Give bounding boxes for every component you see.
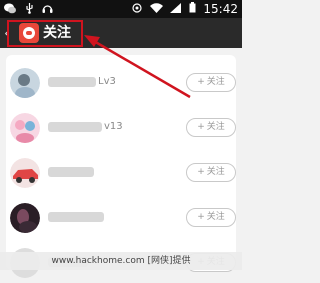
plus-icon: + bbox=[197, 77, 205, 87]
status-left-icons bbox=[4, 3, 58, 15]
user-level: Lv3 bbox=[98, 76, 116, 87]
avatar[interactable] bbox=[10, 158, 40, 188]
plus-icon: + bbox=[197, 167, 205, 177]
wechat-icon bbox=[4, 3, 16, 17]
list-item[interactable]: v13 + 关注 bbox=[6, 108, 236, 148]
battery-icon bbox=[189, 2, 196, 18]
wifi-icon bbox=[149, 3, 163, 18]
list-item[interactable]: +关注 bbox=[6, 153, 236, 193]
headset-icon bbox=[42, 3, 53, 17]
status-right: 15:42 bbox=[132, 2, 238, 16]
username-blurred bbox=[48, 122, 102, 132]
avatar[interactable] bbox=[10, 68, 40, 98]
follow-button[interactable]: +关注 bbox=[186, 208, 236, 227]
notify-icon bbox=[132, 3, 143, 18]
avatar[interactable] bbox=[10, 113, 40, 143]
username-blurred bbox=[48, 212, 104, 222]
plus-icon: + bbox=[197, 212, 205, 222]
clock: 15:42 bbox=[203, 2, 238, 16]
user-level: v13 bbox=[104, 121, 123, 132]
username-blurred bbox=[48, 167, 94, 177]
signal-icon bbox=[170, 3, 182, 18]
usb-icon bbox=[25, 3, 34, 17]
plus-icon: + bbox=[197, 122, 205, 132]
list-item[interactable]: Lv3 + 关注 bbox=[6, 63, 236, 103]
username-blurred bbox=[48, 77, 96, 87]
follow-button[interactable]: +关注 bbox=[186, 118, 236, 137]
follow-list: Lv3 +关注 v13 +关注 +关注 +关注 +关注 bbox=[6, 55, 236, 278]
highlight-annotation-box bbox=[7, 20, 83, 47]
follow-button[interactable]: +关注 bbox=[186, 163, 236, 182]
follow-button[interactable]: +关注 bbox=[186, 73, 236, 92]
list-item[interactable]: +关注 bbox=[6, 198, 236, 238]
avatar[interactable] bbox=[10, 203, 40, 233]
watermark: www.hackhome.com [网侠]提供 bbox=[0, 252, 242, 270]
status-bar: 15:42 bbox=[0, 0, 242, 18]
